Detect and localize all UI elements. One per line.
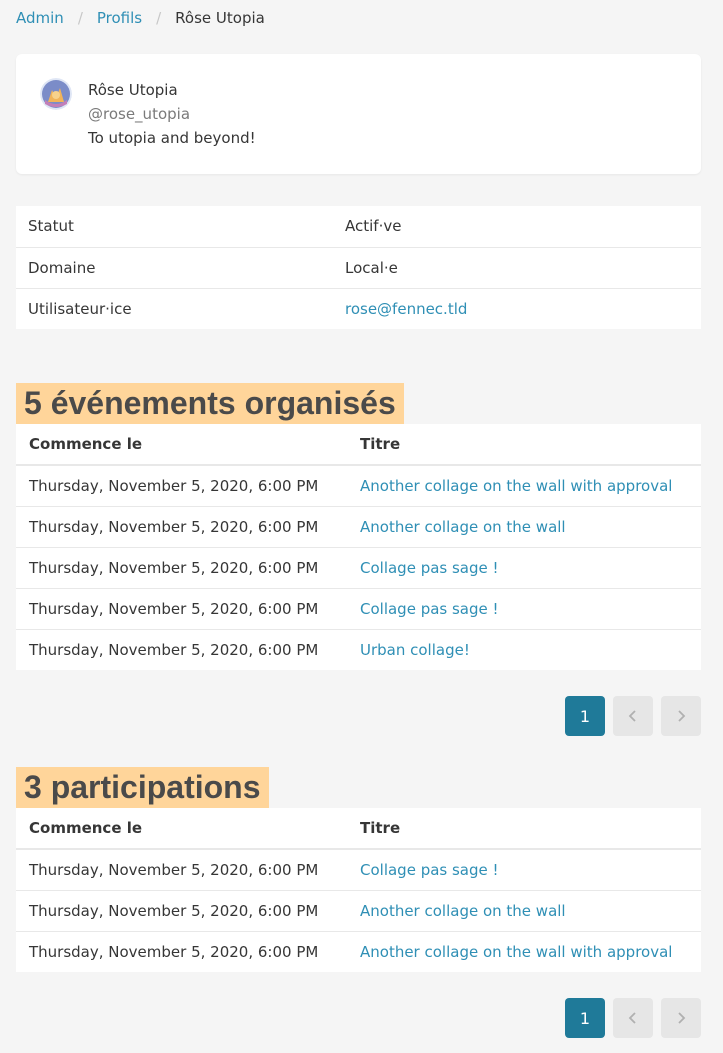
info-label: Statut [16, 206, 333, 248]
column-header-start[interactable]: Commence le [16, 424, 347, 466]
table-row: Thursday, November 5, 2020, 6:00 PM Anot… [16, 506, 701, 548]
table-row: Domaine Local·e [16, 247, 701, 289]
table-row: Thursday, November 5, 2020, 6:00 PM Coll… [16, 588, 701, 630]
info-label: Domaine [16, 247, 333, 289]
table-row: Thursday, November 5, 2020, 6:00 PM Urba… [16, 629, 701, 670]
profile-bio: To utopia and beyond! [88, 129, 256, 147]
participations-table: Commence le Titre Thursday, November 5, … [16, 808, 701, 972]
chevron-left-icon [628, 1012, 636, 1024]
breadcrumb-admin-link[interactable]: Admin [16, 9, 64, 27]
user-email-link[interactable]: rose@fennec.tld [345, 300, 467, 318]
table-row: Thursday, November 5, 2020, 6:00 PM Anot… [16, 465, 701, 507]
event-date: Thursday, November 5, 2020, 6:00 PM [29, 640, 319, 659]
chevron-right-icon [678, 710, 686, 722]
event-date: Thursday, November 5, 2020, 6:00 PM [16, 506, 347, 548]
table-row: Thursday, November 5, 2020, 6:00 PM Anot… [16, 931, 701, 972]
table-header-row: Commence le Titre [16, 808, 701, 850]
chevron-left-icon [628, 710, 636, 722]
event-title-cell: Another collage on the wall [347, 506, 701, 548]
table-row: Utilisateur·ice rose@fennec.tld [16, 288, 701, 329]
event-title-link[interactable]: Another collage on the wall with approva… [360, 943, 672, 961]
organized-pagination: 1 [565, 696, 701, 736]
profile-handle: @rose_utopia [88, 105, 191, 123]
event-title-cell: Another collage on the wall [347, 890, 701, 932]
organized-events-table: Commence le Titre Thursday, November 5, … [16, 424, 701, 670]
event-date: Thursday, November 5, 2020, 6:00 PM [16, 588, 347, 630]
event-date: Thursday, November 5, 2020, 6:00 PM [16, 890, 347, 932]
profile-name: Rôse Utopia [88, 81, 178, 99]
info-value-cell: rose@fennec.tld [333, 288, 701, 329]
page-1-button[interactable]: 1 [565, 696, 605, 736]
breadcrumb-current: Rôse Utopia [175, 9, 265, 27]
event-title-cell: Collage pas sage ! [347, 547, 701, 589]
profile-info-table: Statut Actif·ve Domaine Local·e Utilisat… [16, 206, 701, 329]
previous-page-button[interactable] [613, 998, 653, 1038]
breadcrumb-separator: / [77, 9, 83, 27]
column-header-start[interactable]: Commence le [16, 808, 347, 850]
event-title-link[interactable]: Urban collage! [360, 641, 470, 659]
column-header-title[interactable]: Titre [347, 424, 701, 466]
next-page-button[interactable] [661, 998, 701, 1038]
info-value: Actif·ve [333, 206, 701, 248]
breadcrumb-separator: / [156, 9, 162, 27]
profile-card: Rôse Utopia @rose_utopia To utopia and b… [16, 54, 701, 174]
event-date: Thursday, November 5, 2020, 6:00 PM [29, 942, 319, 961]
organized-events-title: 5 événements organisés [16, 383, 404, 424]
event-title-cell: Urban collage! [347, 629, 701, 670]
event-title-link[interactable]: Collage pas sage ! [360, 861, 499, 879]
previous-page-button[interactable] [613, 696, 653, 736]
event-title-cell: Collage pas sage ! [347, 588, 701, 630]
event-title-link[interactable]: Another collage on the wall [360, 518, 566, 536]
event-date: Thursday, November 5, 2020, 6:00 PM [16, 849, 347, 891]
chevron-right-icon [678, 1012, 686, 1024]
event-date: Thursday, November 5, 2020, 6:00 PM [16, 547, 347, 589]
next-page-button[interactable] [661, 696, 701, 736]
participations-title: 3 participations [16, 767, 269, 808]
event-title-cell: Another collage on the wall with approva… [347, 931, 701, 972]
avatar [40, 78, 72, 110]
event-title-link[interactable]: Another collage on the wall [360, 902, 566, 920]
event-title-cell: Collage pas sage ! [347, 849, 701, 891]
table-row: Statut Actif·ve [16, 206, 701, 248]
info-label: Utilisateur·ice [28, 299, 132, 318]
event-title-link[interactable]: Collage pas sage ! [360, 559, 499, 577]
page-1-button[interactable]: 1 [565, 998, 605, 1038]
table-header-row: Commence le Titre [16, 424, 701, 466]
event-title-link[interactable]: Collage pas sage ! [360, 600, 499, 618]
event-title-cell: Another collage on the wall with approva… [347, 465, 701, 507]
event-date: Thursday, November 5, 2020, 6:00 PM [16, 465, 347, 507]
info-value: Local·e [333, 247, 701, 289]
table-row: Thursday, November 5, 2020, 6:00 PM Coll… [16, 849, 701, 891]
table-row: Thursday, November 5, 2020, 6:00 PM Coll… [16, 547, 701, 589]
breadcrumb-profiles-link[interactable]: Profils [97, 9, 142, 27]
breadcrumb: Admin / Profils / Rôse Utopia [16, 6, 265, 30]
event-title-link[interactable]: Another collage on the wall with approva… [360, 477, 672, 495]
table-row: Thursday, November 5, 2020, 6:00 PM Anot… [16, 890, 701, 932]
participations-pagination: 1 [565, 998, 701, 1038]
column-header-title[interactable]: Titre [347, 808, 701, 850]
